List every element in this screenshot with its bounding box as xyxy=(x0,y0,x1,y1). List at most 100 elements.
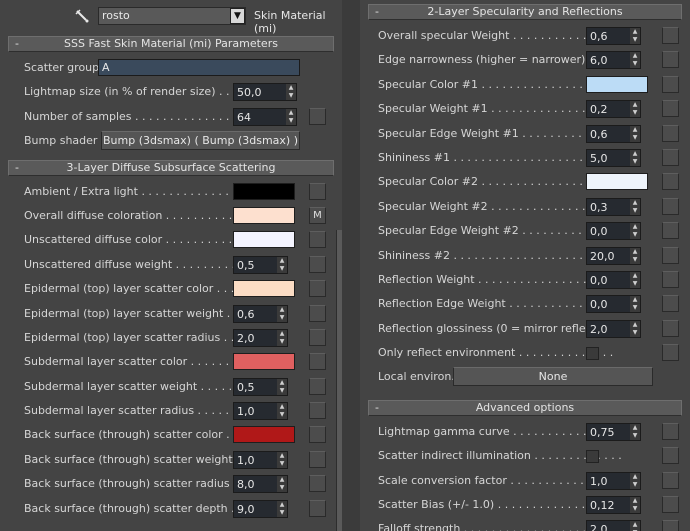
chevron-down-icon[interactable]: ▼ xyxy=(230,8,245,24)
param-spinner[interactable]: 20,0 ▲ ▼ xyxy=(586,246,641,265)
map-button[interactable] xyxy=(662,471,679,489)
rollout-sss-parameters[interactable]: - SSS Fast Skin Material (mi) Parameters xyxy=(8,36,334,52)
param-spinner[interactable]: 1,0 ▲ ▼ xyxy=(233,450,288,469)
spinner-arrows-icon[interactable]: ▲▼ xyxy=(277,500,287,517)
material-type-button[interactable]: Skin Material (mi) xyxy=(254,9,342,35)
spinner-arrows-icon[interactable]: ▲▼ xyxy=(286,84,296,101)
spinner-arrows-icon[interactable]: ▲▼ xyxy=(630,101,640,118)
spinner-arrows-icon[interactable]: ▲▼ xyxy=(630,320,640,337)
param-spinner[interactable]: 0,0 ▲ ▼ xyxy=(586,295,641,314)
map-button[interactable] xyxy=(662,270,679,288)
param-spinner[interactable]: 2,0 ▲▼ xyxy=(586,520,641,531)
spinner-arrows-icon[interactable]: ▲▼ xyxy=(277,451,287,468)
map-button[interactable] xyxy=(662,75,679,93)
param-spinner[interactable]: 2,0 ▲▼ xyxy=(233,328,288,347)
map-button[interactable]: M xyxy=(309,206,326,224)
map-button[interactable] xyxy=(309,182,326,200)
param-spinner[interactable]: 0,75 ▲ ▼ xyxy=(586,422,641,441)
map-button[interactable] xyxy=(309,304,326,322)
collapse-icon[interactable]: - xyxy=(15,37,19,51)
map-button[interactable] xyxy=(309,328,326,346)
param-spinner[interactable]: 0,0 ▲ ▼ xyxy=(586,270,641,289)
map-button[interactable] xyxy=(662,222,679,240)
scatter-group-input[interactable]: A xyxy=(98,59,300,76)
param-spinner[interactable]: 0,2 ▲ ▼ xyxy=(586,100,641,119)
spinner-arrows-icon[interactable]: ▲▼ xyxy=(277,476,287,493)
map-button[interactable] xyxy=(662,148,679,166)
color-swatch[interactable] xyxy=(586,75,648,93)
param-spinner[interactable]: 0,6 ▲ ▼ xyxy=(586,124,641,143)
spinner-arrows-icon[interactable]: ▲▼ xyxy=(630,52,640,69)
color-swatch[interactable] xyxy=(586,173,648,191)
map-button[interactable] xyxy=(309,280,326,298)
map-button[interactable] xyxy=(309,426,326,444)
map-button[interactable] xyxy=(662,520,679,531)
spinner-arrows-icon[interactable]: ▲▼ xyxy=(630,472,640,489)
checkbox[interactable] xyxy=(586,450,599,464)
param-spinner[interactable]: 1,0 ▲ ▼ xyxy=(233,402,288,421)
map-button[interactable] xyxy=(662,295,679,313)
spinner-arrows-icon[interactable]: ▲▼ xyxy=(630,521,640,531)
scrollbar[interactable] xyxy=(336,230,342,531)
map-button[interactable] xyxy=(309,353,326,371)
param-spinner[interactable]: 0,0 ▲ ▼ xyxy=(586,222,641,241)
rollout-advanced[interactable]: - Advanced options xyxy=(368,399,682,416)
spinner-arrows-icon[interactable]: ▲▼ xyxy=(630,423,640,440)
spinner-arrows-icon[interactable]: ▲▼ xyxy=(277,256,287,273)
spinner-arrows-icon[interactable]: ▲▼ xyxy=(630,271,640,288)
map-button[interactable] xyxy=(662,496,679,514)
color-swatch[interactable] xyxy=(233,353,295,371)
color-swatch[interactable] xyxy=(233,182,295,200)
spinner-arrows-icon[interactable]: ▲▼ xyxy=(286,108,296,125)
spinner-arrows-icon[interactable]: ▲▼ xyxy=(630,125,640,142)
map-button[interactable] xyxy=(309,255,326,273)
param-spinner[interactable]: 0,3 ▲ ▼ xyxy=(586,197,641,216)
spinner-arrows-icon[interactable]: ▲▼ xyxy=(277,329,287,346)
rollout-diffuse-sss[interactable]: - 3-Layer Diffuse Subsurface Scattering xyxy=(8,159,334,176)
color-swatch[interactable] xyxy=(233,280,295,298)
map-button[interactable] xyxy=(309,475,326,493)
map-button[interactable] xyxy=(309,450,326,468)
map-button[interactable] xyxy=(309,107,326,125)
param-spinner[interactable]: 0,12 ▲ ▼ xyxy=(586,496,641,515)
param-spinner[interactable]: 5,0 ▲ ▼ xyxy=(586,148,641,167)
spinner-arrows-icon[interactable]: ▲▼ xyxy=(630,149,640,166)
map-button[interactable] xyxy=(662,100,679,118)
map-button[interactable] xyxy=(309,231,326,249)
map-button[interactable] xyxy=(662,344,679,362)
map-button[interactable] xyxy=(662,27,679,44)
collapse-icon[interactable]: - xyxy=(375,5,379,19)
color-swatch[interactable] xyxy=(233,231,295,249)
collapse-icon[interactable]: - xyxy=(15,161,19,175)
param-spinner[interactable]: 1,0 ▲ ▼ xyxy=(586,471,641,490)
samples-spinner[interactable]: 64 ▲ ▼ xyxy=(233,107,297,126)
map-button[interactable] xyxy=(662,246,679,264)
param-spinner[interactable]: 9,0 ▲ ▼ xyxy=(233,499,288,518)
spinner-arrows-icon[interactable]: ▲▼ xyxy=(277,305,287,322)
param-spinner[interactable]: 0,5 ▲ ▼ xyxy=(233,377,288,396)
spinner-arrows-icon[interactable]: ▲▼ xyxy=(630,223,640,240)
param-spinner[interactable]: 6,0 ▲ ▼ xyxy=(586,51,641,70)
spinner-arrows-icon[interactable]: ▲▼ xyxy=(630,296,640,313)
map-button[interactable] xyxy=(662,447,679,465)
eyedropper-icon[interactable] xyxy=(74,8,90,24)
color-swatch[interactable] xyxy=(233,426,295,444)
spinner-arrows-icon[interactable]: ▲▼ xyxy=(630,198,640,215)
spinner-arrows-icon[interactable]: ▲▼ xyxy=(630,28,640,44)
map-button[interactable] xyxy=(662,319,679,337)
local-environment-button[interactable]: None xyxy=(453,367,653,387)
map-button[interactable] xyxy=(662,124,679,142)
lightmap-size-spinner[interactable]: 50,0 ▲ ▼ xyxy=(233,83,297,102)
param-spinner[interactable]: 0,5 ▲ ▼ xyxy=(233,255,288,274)
spinner-arrows-icon[interactable]: ▲▼ xyxy=(630,497,640,514)
param-spinner[interactable]: 0,6 ▲ ▼ xyxy=(233,304,288,323)
map-button[interactable] xyxy=(309,499,326,517)
map-button[interactable] xyxy=(309,377,326,395)
collapse-icon[interactable]: - xyxy=(375,401,379,415)
param-spinner[interactable]: 0,6 ▲ ▼ xyxy=(586,27,641,45)
map-button[interactable] xyxy=(662,173,679,191)
param-spinner[interactable]: 2,0 ▲▼ xyxy=(586,319,641,338)
spinner-arrows-icon[interactable]: ▲▼ xyxy=(630,247,640,264)
rollout-specularity[interactable]: - 2-Layer Specularity and Reflections xyxy=(368,4,682,20)
map-button[interactable] xyxy=(662,422,679,440)
